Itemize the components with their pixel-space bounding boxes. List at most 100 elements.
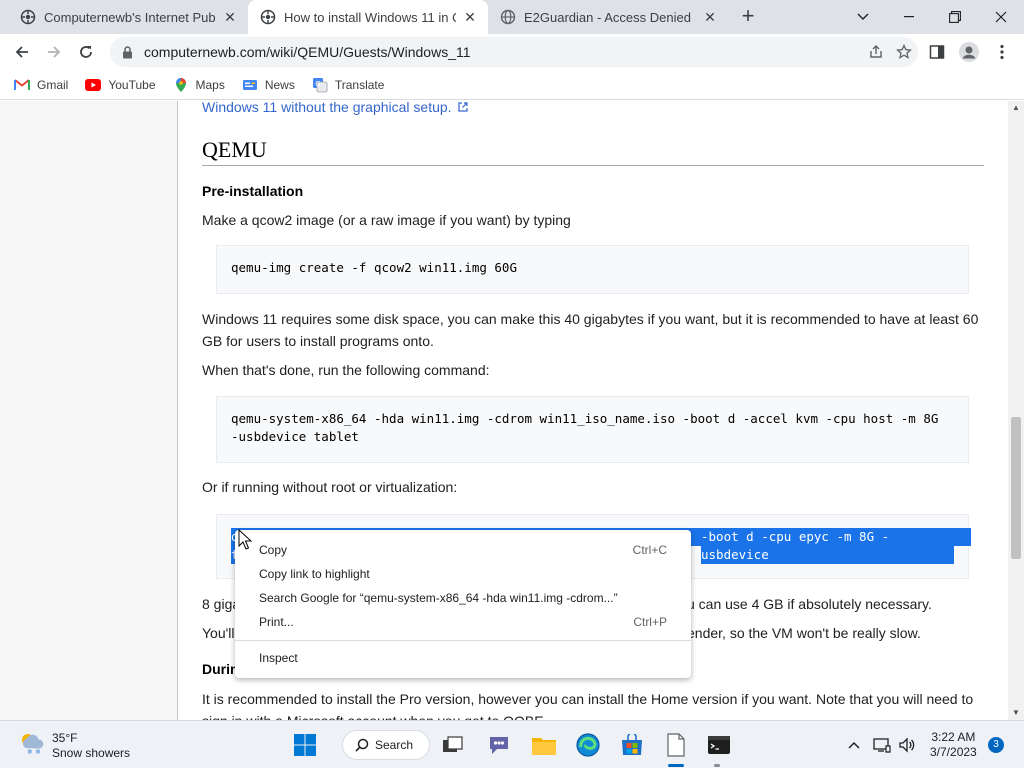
weather-widget[interactable]: ❄ ❄ 35°F Snow showers (18, 730, 130, 761)
code-block: qemu-system-x86_64 -hda win11.img -cdrom… (216, 396, 969, 463)
new-tab-button[interactable]: + (736, 5, 760, 29)
context-menu-copy-link-highlight[interactable]: Copy link to highlight (235, 562, 691, 586)
weather-desc: Snow showers (52, 745, 131, 760)
browser-toolbar: computernewb.com/wiki/QEMU/Guests/Window… (0, 34, 1024, 70)
computernewb-favicon (20, 9, 36, 25)
windows-taskbar: ❄ ❄ 35°F Snow showers Search 3:22 AM 3/7… (0, 720, 1024, 768)
tab-computernewb-pub[interactable]: Computernewb's Internet Pub H… ✕ (8, 0, 248, 34)
forward-button[interactable] (40, 38, 68, 66)
tab-strip: Computernewb's Internet Pub H… ✕ How to … (0, 0, 1024, 34)
section-heading-qemu: QEMU (202, 137, 984, 166)
computernewb-favicon (260, 9, 276, 25)
news-icon (242, 77, 258, 93)
context-menu-search-google[interactable]: Search Google for “qemu-system-x86_64 -h… (235, 586, 691, 610)
menu-item-label: Search Google for “qemu-system-x86_64 -h… (259, 591, 618, 605)
menu-separator (235, 640, 691, 641)
weather-text: 35°F Snow showers (52, 731, 130, 761)
volume-icon[interactable] (895, 733, 919, 757)
tray-overflow-chevron-icon[interactable] (842, 733, 866, 757)
terminal-icon[interactable] (703, 729, 735, 761)
menu-item-label: Inspect (259, 651, 298, 665)
menu-kebab-icon[interactable] (988, 38, 1016, 66)
file-explorer-icon[interactable] (528, 729, 560, 761)
tab-title: Computernewb's Internet Pub H… (44, 9, 216, 25)
context-menu-inspect[interactable]: Inspect (235, 646, 691, 670)
svg-text:G: G (315, 80, 320, 88)
context-menu-copy[interactable]: Copy Ctrl+C (235, 538, 691, 562)
bookmark-translate[interactable]: G Translate (312, 77, 385, 93)
menu-item-shortcut: Ctrl+C (632, 543, 667, 557)
bookmark-label: Maps (195, 77, 225, 92)
network-icon[interactable] (870, 733, 894, 757)
profile-avatar-icon[interactable] (955, 38, 983, 66)
side-panel-icon[interactable] (923, 38, 951, 66)
external-link-text[interactable]: Windows 11 without the graphical setup. (202, 101, 452, 115)
paragraph-line: Windows 11 requires some disk space, you… (202, 311, 979, 327)
edge-browser-icon[interactable] (572, 729, 604, 761)
scrollbar-thumb[interactable] (1011, 417, 1021, 559)
back-button[interactable] (8, 38, 36, 66)
context-menu-print[interactable]: Print... Ctrl+P (235, 610, 691, 634)
menu-item-shortcut: Ctrl+P (633, 615, 667, 629)
paragraph: ender, so the VM won't be really slow. (687, 625, 921, 641)
system-clock[interactable]: 3:22 AM 3/7/2023 (930, 730, 977, 760)
bookmark-label: Translate (334, 77, 385, 92)
translate-icon: G (312, 77, 328, 93)
lock-icon[interactable] (120, 45, 134, 59)
microsoft-store-icon[interactable] (616, 729, 648, 761)
external-link-icon (458, 101, 469, 118)
chat-icon[interactable] (483, 729, 515, 761)
menu-item-label: Copy link to highlight (259, 567, 370, 581)
menu-item-label: Print... (259, 615, 294, 629)
bookmark-news[interactable]: News (242, 77, 295, 93)
search-icon (355, 738, 369, 752)
globe-icon (500, 9, 516, 25)
paragraph: It is recommended to install the Pro ver… (202, 691, 974, 707)
context-menu: Copy Ctrl+C Copy link to highlight Searc… (235, 530, 691, 678)
url-text[interactable]: computernewb.com/wiki/QEMU/Guests/Window… (144, 44, 862, 60)
bookmark-youtube[interactable]: YouTube (85, 77, 156, 93)
notepad-icon[interactable] (660, 729, 692, 761)
tab-windows11-qemu[interactable]: How to install Windows 11 in QE… ✕ (248, 0, 488, 34)
mouse-pointer-icon (238, 528, 253, 551)
notification-badge[interactable]: 3 (988, 737, 1004, 753)
paragraph: u can use 4 GB if absolutely necessary. (687, 596, 932, 612)
restore-button[interactable] (932, 0, 978, 34)
paragraph-line: GB for users to install programs onto. (202, 333, 434, 349)
start-button[interactable] (289, 729, 321, 761)
menu-item-label: Copy (259, 543, 288, 557)
task-view-icon[interactable] (437, 729, 469, 761)
bookmark-maps[interactable]: Maps (173, 77, 225, 93)
scroll-up-arrow-icon[interactable]: ▲ (1008, 101, 1024, 115)
tab-search-icon[interactable] (840, 0, 886, 34)
paragraph: Or if running without root or virtualiza… (202, 479, 458, 495)
youtube-icon (85, 77, 102, 93)
maps-icon (173, 77, 189, 93)
bookmark-label: YouTube (108, 77, 156, 92)
paragraph: Make a qcow2 image (or a raw image if yo… (202, 212, 571, 228)
address-bar[interactable]: computernewb.com/wiki/QEMU/Guests/Window… (110, 37, 918, 67)
svg-text:❄ ❄: ❄ ❄ (27, 748, 41, 756)
tab-title: How to install Windows 11 in QE… (284, 9, 456, 25)
bookmark-gmail[interactable]: Gmail (14, 77, 68, 93)
tab-close-icon[interactable]: ✕ (462, 9, 478, 25)
tab-title: E2Guardian - Access Denied (524, 9, 691, 25)
scroll-down-arrow-icon[interactable]: ▼ (1008, 706, 1024, 720)
active-app-indicator (668, 764, 684, 767)
bookmark-star-icon[interactable] (890, 38, 918, 66)
code-text: qemu-img create -f qcow2 win11.img 60G (231, 260, 517, 275)
share-icon[interactable] (862, 38, 890, 66)
tab-close-icon[interactable]: ✕ (702, 9, 718, 25)
tab-close-icon[interactable]: ✕ (222, 9, 238, 25)
running-app-indicator (714, 764, 720, 767)
subheading-preinstallation: Pre-installation (202, 183, 304, 199)
page-scrollbar[interactable]: ▲ ▼ (1008, 101, 1024, 720)
tab-e2guardian[interactable]: E2Guardian - Access Denied ✕ (488, 0, 728, 34)
close-window-button[interactable] (978, 0, 1024, 34)
code-block: qemu-img create -f qcow2 win11.img 60G (216, 245, 969, 294)
minimize-button[interactable] (886, 0, 932, 34)
taskbar-search[interactable]: Search (342, 730, 430, 760)
clock-date: 3/7/2023 (930, 745, 977, 759)
external-link[interactable]: Windows 11 without the graphical setup. (202, 101, 469, 118)
reload-button[interactable] (72, 38, 100, 66)
